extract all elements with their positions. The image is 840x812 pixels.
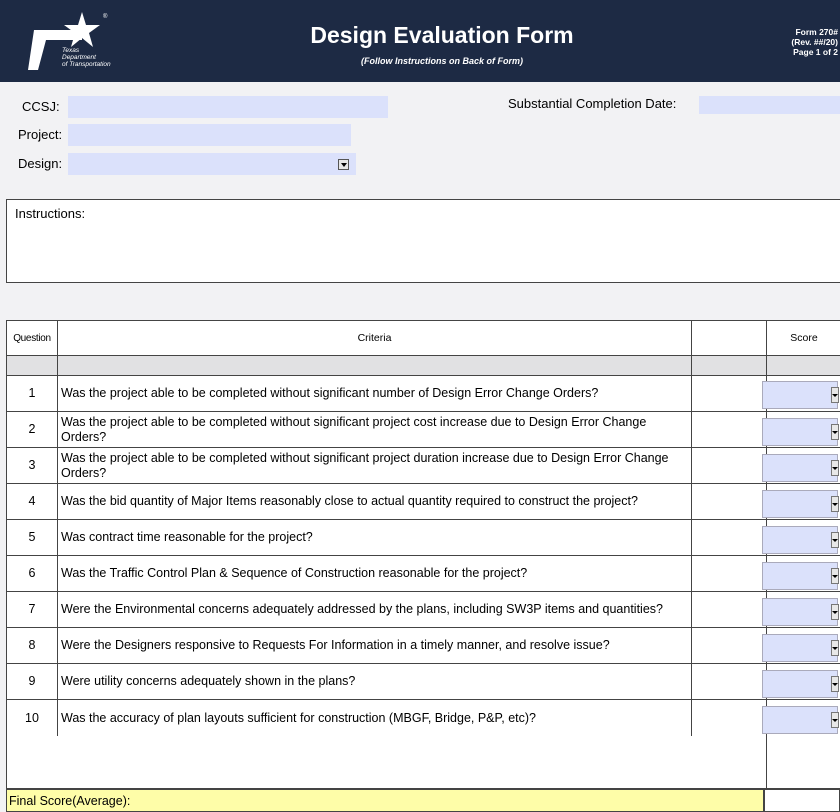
question-number: 7 [7,592,58,627]
table-row: 5 Was contract time reasonable for the p… [6,520,840,556]
table-row: 7 Were the Environmental concerns adequa… [6,592,840,628]
ccsj-label: CCSJ: [22,99,60,114]
score-select-8[interactable] [762,634,839,662]
registered-mark: ® [103,14,108,20]
spacer-cell [7,356,58,375]
form-number-block: Form 270# (Rev. ##/20) Page 1 of 2 [791,27,838,57]
criteria-text: Was the project able to be completed wit… [58,412,692,447]
table-row: 9 Were utility concerns adequately shown… [6,664,840,700]
score-header: Score [790,331,818,344]
question-number: 2 [7,412,58,447]
chevron-down-icon[interactable] [831,496,839,512]
blank-cell [692,700,767,788]
question-number: 4 [7,484,58,519]
blank-header [692,321,767,355]
score-select-9[interactable] [762,670,839,698]
completion-date-label: Substantial Completion Date: [508,96,677,111]
blank-cell [692,592,767,627]
table-spacer-row [6,356,840,376]
final-score-label: Final Score(Average): [9,793,131,808]
chevron-down-icon[interactable] [831,387,839,403]
question-number: 6 [7,556,58,591]
form-number: Form 270# [795,27,838,37]
chevron-down-icon[interactable] [831,424,839,440]
table-header-row: Question Criteria Score [6,320,840,356]
criteria-text: Was the bid quantity of Major Items reas… [58,484,692,519]
score-select-10[interactable] [762,706,839,734]
agency-name: Texas Department of Transportation [62,47,111,68]
star-icon [64,12,100,47]
chevron-down-icon[interactable] [831,640,839,656]
ccsj-input[interactable] [68,96,388,118]
form-revision: (Rev. ##/20) [791,37,838,47]
blank-cell [692,412,767,447]
spacer-cell [692,356,767,375]
instructions-box[interactable]: Instructions: [6,199,840,283]
table-row: 10 Was the accuracy of plan layouts suff… [6,700,840,789]
blank-cell [692,628,767,663]
score-select-6[interactable] [762,562,839,590]
instructions-label: Instructions: [15,206,86,221]
chevron-down-icon[interactable] [338,159,349,170]
page-indicator: Page 1 of 2 [793,47,838,57]
chevron-down-icon[interactable] [831,460,839,476]
project-label: Project: [18,127,63,142]
final-score-row: Final Score(Average): [6,789,764,812]
criteria-text: Were the Designers responsive to Request… [58,628,692,663]
design-select[interactable] [68,153,356,175]
design-label: Design: [18,156,63,171]
criteria-text: Was contract time reasonable for the pro… [58,520,692,555]
criteria-header: Criteria [58,321,692,355]
criteria-text: Was the Traffic Control Plan & Sequence … [58,556,692,591]
criteria-text: Was the accuracy of plan layouts suffici… [58,700,692,736]
criteria-text: Was the project able to be completed wit… [58,448,692,483]
spacer-cell [767,356,840,375]
score-select-4[interactable] [762,490,839,518]
chevron-down-icon[interactable] [831,604,839,620]
table-row: 6 Was the Traffic Control Plan & Sequenc… [6,556,840,592]
question-number: 9 [7,664,58,699]
blank-cell [692,664,767,699]
page-title: Design Evaluation Form [310,22,574,48]
blank-cell [692,520,767,555]
blank-cell [692,448,767,483]
spacer-cell [58,356,692,375]
blank-cell [692,376,767,411]
criteria-text: Was the project able to be completed wit… [58,376,692,411]
chevron-down-icon[interactable] [831,676,839,692]
score-select-1[interactable] [762,381,839,409]
page-subtitle: (Follow Instructions on Back of Form) [361,56,523,66]
score-select-3[interactable] [762,454,839,482]
question-header: Question [7,321,58,355]
table-row: 8 Were the Designers responsive to Reque… [6,628,840,664]
blank-cell [692,556,767,591]
chevron-down-icon[interactable] [831,532,839,548]
criteria-text: Were the Environmental concerns adequate… [58,592,692,627]
question-number: 10 [7,700,58,736]
table-row: 1 Was the project able to be completed w… [6,376,840,412]
chevron-down-icon[interactable] [831,712,839,728]
score-select-7[interactable] [762,598,839,626]
completion-date-input[interactable] [699,96,840,114]
blank-cell [692,484,767,519]
question-number: 5 [7,520,58,555]
table-row: 4 Was the bid quantity of Major Items re… [6,484,840,520]
table-row: 3 Was the project able to be completed w… [6,448,840,484]
score-select-5[interactable] [762,526,839,554]
table-row: 2 Was the project able to be completed w… [6,412,840,448]
final-score-value [764,789,840,812]
project-input[interactable] [68,124,351,146]
criteria-text: Were utility concerns adequately shown i… [58,664,692,699]
question-number: 8 [7,628,58,663]
form-header: ® Texas Department of Transportation Des… [0,0,840,82]
score-select-2[interactable] [762,418,839,446]
question-number: 1 [7,376,58,411]
question-number: 3 [7,448,58,483]
chevron-down-icon[interactable] [831,568,839,584]
